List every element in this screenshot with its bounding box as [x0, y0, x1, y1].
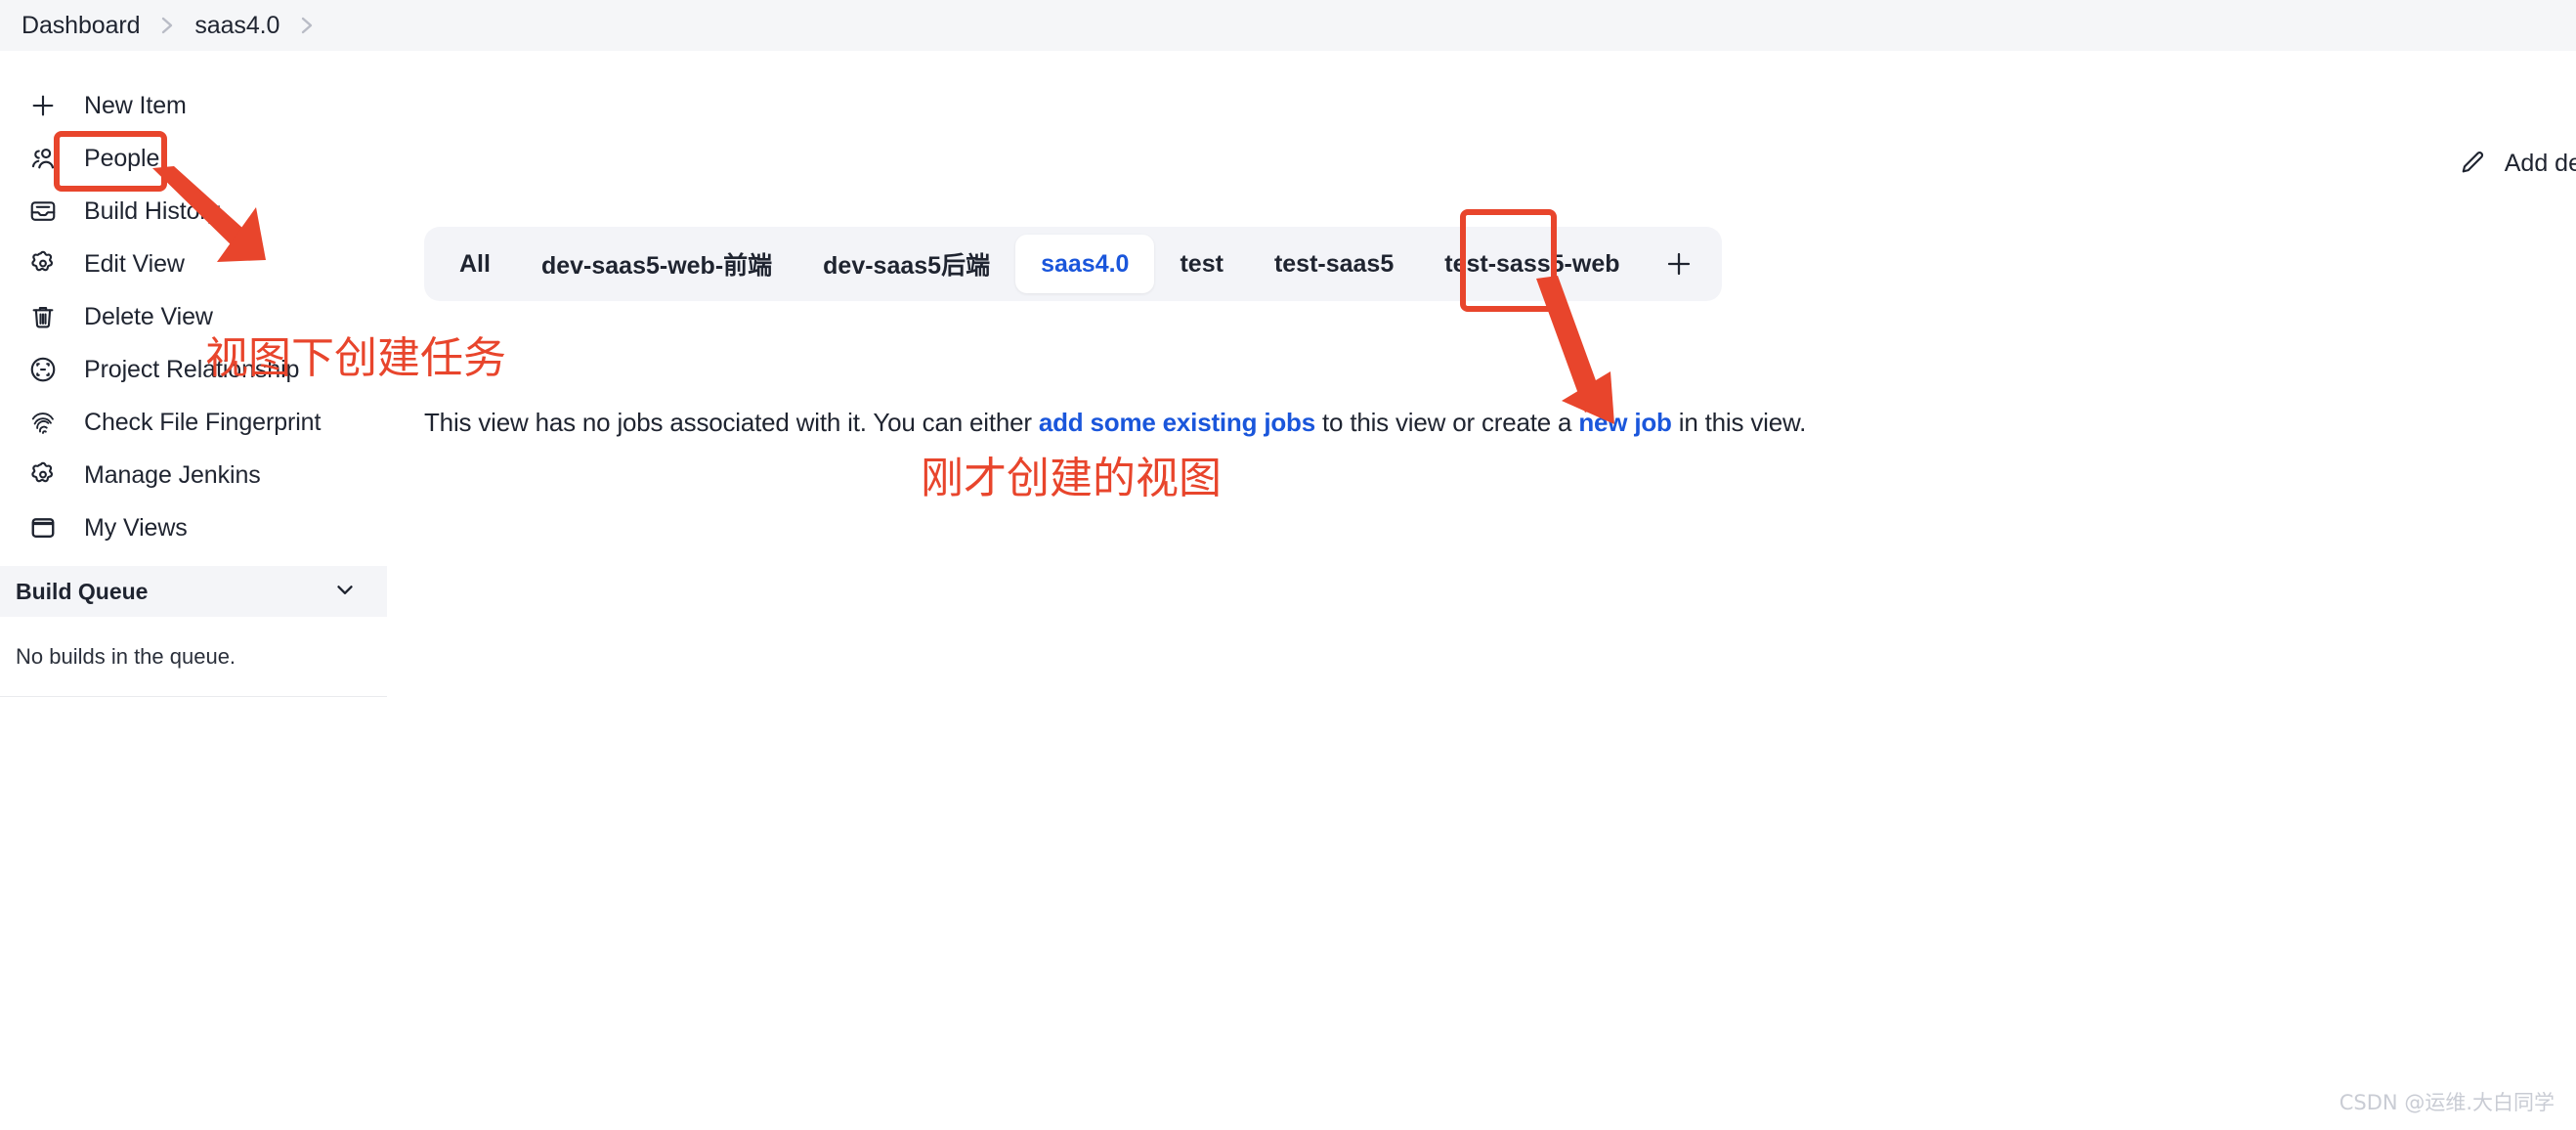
- gear-icon: [27, 248, 59, 280]
- sidebar-item-label: Edit View: [84, 249, 185, 278]
- sidebar-item-my-views[interactable]: My Views: [0, 501, 387, 554]
- sidebar-item-people[interactable]: People: [0, 132, 387, 185]
- inbox-icon: [27, 196, 59, 227]
- empty-message-text-1: This view has no jobs associated with it…: [424, 408, 1039, 437]
- tab-test-sass5-web[interactable]: test-sass5-web: [1419, 235, 1645, 293]
- empty-message-text-3: in this view.: [1671, 408, 1807, 437]
- pencil-icon: [2458, 149, 2487, 178]
- tab-test-saas5[interactable]: test-saas5: [1249, 235, 1419, 293]
- chevron-right-icon-2[interactable]: [299, 14, 315, 37]
- window-icon: [27, 512, 59, 543]
- sidebar-item-label: Project Relationship: [84, 355, 300, 383]
- tab-all[interactable]: All: [434, 235, 516, 293]
- breadcrumb-item-dashboard[interactable]: Dashboard: [21, 12, 141, 40]
- watermark: CSDN @运维.大白同学: [2339, 1091, 2555, 1114]
- sidebar-item-project-relationship[interactable]: Project Relationship: [0, 343, 387, 396]
- breadcrumb-item-saas40[interactable]: saas4.0: [194, 12, 279, 40]
- gear-icon: [27, 459, 59, 491]
- new-job-link[interactable]: new job: [1578, 408, 1672, 437]
- view-tab-strip: All dev-saas5-web-前端 dev-saas5后端 saas4.0…: [424, 227, 1722, 301]
- sidebar-item-label: New Item: [84, 91, 187, 119]
- sidebar-item-label: Delete View: [84, 302, 213, 330]
- empty-view-message: This view has no jobs associated with it…: [424, 408, 1806, 438]
- sidebar-item-new-item[interactable]: New Item: [0, 79, 387, 132]
- sidebar-item-label: Manage Jenkins: [84, 460, 261, 489]
- sidebar-item-label: People: [84, 144, 160, 172]
- add-description-label: Add de: [2504, 149, 2576, 177]
- chevron-down-icon[interactable]: [332, 577, 358, 607]
- main-content: Add de All dev-saas5-web-前端 dev-saas5后端 …: [387, 51, 2576, 1130]
- fingerprint-icon: [27, 407, 59, 438]
- tab-dev-saas5-backend[interactable]: dev-saas5后端: [797, 235, 1015, 293]
- build-queue-header[interactable]: Build Queue: [0, 566, 387, 617]
- sidebar-menu: New Item People Build History Edit View: [0, 51, 387, 554]
- tab-dev-saas5-web-frontend[interactable]: dev-saas5-web-前端: [516, 235, 797, 293]
- sidebar-item-label: Check File Fingerprint: [84, 408, 322, 436]
- add-existing-jobs-link[interactable]: add some existing jobs: [1039, 408, 1315, 437]
- build-queue-panel: Build Queue No builds in the queue.: [0, 566, 387, 697]
- empty-message-text-2: to this view or create a: [1314, 408, 1579, 437]
- sidebar-item-manage-jenkins[interactable]: Manage Jenkins: [0, 449, 387, 501]
- tab-test[interactable]: test: [1154, 235, 1248, 293]
- tab-saas40[interactable]: saas4.0: [1015, 235, 1155, 293]
- add-description-button[interactable]: Add de: [2458, 149, 2576, 178]
- sidebar-item-delete-view[interactable]: Delete View: [0, 290, 387, 343]
- trash-icon: [27, 301, 59, 332]
- chevron-right-icon: [159, 14, 175, 37]
- build-queue-empty-text: No builds in the queue.: [16, 643, 236, 669]
- sidebar-item-label: My Views: [84, 513, 188, 542]
- sidebar-item-edit-view[interactable]: Edit View: [0, 238, 387, 290]
- sidebar-item-build-history[interactable]: Build History: [0, 185, 387, 238]
- sidebar-item-label: Build History: [84, 196, 221, 225]
- build-queue-title: Build Queue: [16, 578, 149, 604]
- people-icon: [27, 143, 59, 174]
- sidebar-item-check-file-fingerprint[interactable]: Check File Fingerprint: [0, 396, 387, 449]
- plus-icon: [27, 90, 59, 121]
- scan-circle-icon: [27, 354, 59, 385]
- build-queue-body: No builds in the queue.: [0, 617, 387, 697]
- breadcrumb: Dashboard saas4.0: [0, 0, 2576, 51]
- add-view-button[interactable]: [1646, 235, 1712, 293]
- sidebar: New Item People Build History Edit View: [0, 51, 387, 1130]
